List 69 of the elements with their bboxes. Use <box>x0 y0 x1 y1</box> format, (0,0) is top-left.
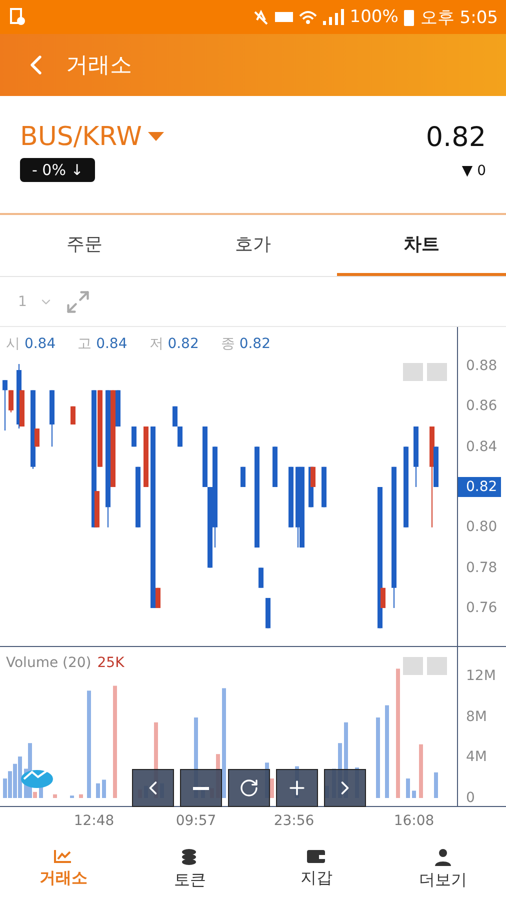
volume-bar <box>419 744 423 798</box>
hd-voice-icon <box>274 11 293 23</box>
previous-button[interactable] <box>132 769 174 807</box>
axis-label: 8M <box>465 708 488 727</box>
candlestick <box>50 390 54 448</box>
refresh-icon <box>239 778 259 798</box>
axis-label: 0.84 <box>465 438 498 457</box>
ohlc-value: 종 0.82 <box>220 335 270 353</box>
change-badge: - 0% ↓ <box>20 158 96 182</box>
time-label: 23:56 <box>274 813 314 829</box>
next-button[interactable] <box>324 769 366 807</box>
mute-icon <box>252 8 269 26</box>
caret-icon <box>148 132 164 142</box>
screenshot-icon <box>10 8 26 26</box>
candlestick <box>136 466 140 528</box>
candlestick <box>258 567 264 588</box>
candlestick <box>288 466 294 528</box>
candlestick <box>144 426 148 488</box>
tab[interactable]: 호가 <box>168 215 338 276</box>
axis-label: 0.88 <box>465 357 498 376</box>
tab[interactable]: 주문 <box>0 215 169 276</box>
time-label: 09:57 <box>176 813 216 829</box>
volume-bar <box>434 772 438 798</box>
axis-label: 0 <box>465 789 476 808</box>
wifi-icon <box>298 9 317 25</box>
axis-label: 12M <box>465 667 497 686</box>
tab[interactable]: 차트 <box>337 215 506 276</box>
wallet-icon <box>306 848 326 864</box>
page-title: 거래소 <box>66 52 132 80</box>
price-delta: ▼ 0 <box>460 163 486 179</box>
price-value: 0.82 <box>426 122 486 153</box>
time-label: 12:48 <box>74 813 114 829</box>
refresh-button[interactable] <box>228 769 270 807</box>
current-price-label: 0.82 <box>458 476 502 497</box>
candlestick <box>272 446 278 488</box>
battery-icon <box>404 8 414 26</box>
volume-bar <box>96 783 100 798</box>
ohlc-value: 저 0.82 <box>149 335 199 353</box>
candlestick <box>266 597 270 629</box>
volume-bar <box>102 780 106 798</box>
candlestick <box>322 466 326 508</box>
fullscreen-icon[interactable] <box>64 288 91 314</box>
axis-label: 0.86 <box>465 397 498 416</box>
zoom-in-button[interactable] <box>276 769 318 807</box>
ohlc-value: 고 0.84 <box>78 335 128 353</box>
axis-label: 4M <box>465 748 488 768</box>
volume-value: 25K <box>97 655 124 671</box>
volume-bar <box>412 790 416 798</box>
candlestick <box>414 426 418 488</box>
ohlc-value: 시 0.84 <box>6 335 56 353</box>
volume-bar <box>79 794 83 798</box>
candlestick <box>240 466 246 488</box>
axis-label: 0.78 <box>465 558 498 578</box>
candlestick <box>70 406 76 425</box>
volume-title: Volume (20) <box>6 655 92 671</box>
signal-icon <box>322 9 344 25</box>
battery-percent: 100% <box>350 7 398 27</box>
zoom-out-button[interactable] <box>180 769 222 807</box>
volume-bar <box>70 796 74 798</box>
time-label: 16:08 <box>394 813 434 829</box>
candlestick <box>132 426 136 448</box>
chart-icon <box>53 848 74 864</box>
clock: 오후 5:05 <box>420 6 498 28</box>
volume-bar <box>406 778 410 798</box>
person-icon <box>434 848 452 866</box>
axis-label: 0.76 <box>465 598 498 618</box>
axis-label: 0.80 <box>465 518 498 538</box>
volume-bar <box>53 794 57 798</box>
minus-icon <box>193 786 209 790</box>
